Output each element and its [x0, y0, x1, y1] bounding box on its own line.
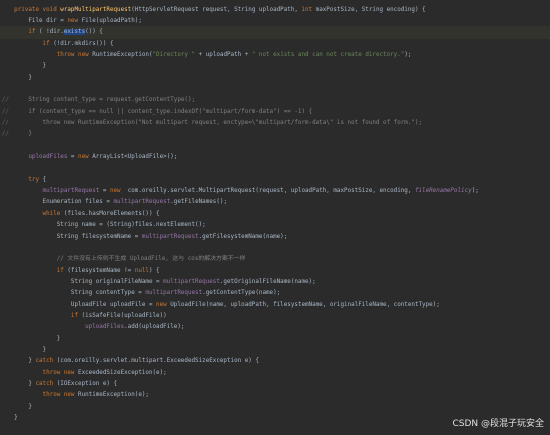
- code-token: if (content_type == null || content_type…: [0, 108, 313, 115]
- code-token: ( !dir.: [39, 29, 64, 36]
- code-token: new: [67, 17, 82, 24]
- code-token: }: [0, 63, 47, 70]
- code-token: maxPostSize, String encoding) {: [315, 6, 426, 13]
- code-token: private void: [0, 6, 61, 13]
- code-token: if: [0, 29, 40, 36]
- code-token: .getFileNames();: [170, 199, 227, 206]
- code-token: throw new: [0, 51, 93, 58]
- code-token: }: [0, 358, 36, 365]
- code-token: }: [0, 381, 36, 388]
- code-token: new: [156, 301, 171, 308]
- code-token: wrapMultipartRequest: [60, 6, 132, 13]
- code-token: (HttpServletRequest request, String uplo…: [131, 6, 302, 13]
- code-token: catch: [35, 381, 57, 388]
- code-token: null: [134, 267, 149, 274]
- code-token: .getContentType(name);: [202, 290, 281, 297]
- code-token: .getFilesystemName(name);: [198, 233, 288, 240]
- code-token: File dir =: [0, 17, 68, 24]
- code-token: ArrayList<UploadFile>();: [92, 154, 178, 161]
- code-token: exists: [63, 29, 86, 36]
- code-token: ExceededSizeException(e);: [78, 369, 167, 376]
- code-token: throw new RuntimeException("Not multipar…: [0, 120, 423, 126]
- code-token: .add(uploadFile);: [124, 324, 185, 331]
- watermark: CSDN @段混子玩安全: [452, 419, 544, 429]
- code-token: try: [0, 176, 43, 183]
- code-token: String content_type = request.getContent…: [0, 97, 196, 104]
- code-token: UploadFile uploadFile =: [0, 301, 157, 308]
- code-token: {: [42, 176, 47, 183]
- code-token: "Directory ": [152, 51, 196, 58]
- code-token: }: [0, 74, 32, 81]
- code-token: Enumeration files =: [0, 199, 114, 206]
- code-token: (files.hasMoreElements()) {: [63, 210, 160, 217]
- code-token: RuntimeException(: [92, 51, 153, 58]
- code-token: multipartRequest: [113, 199, 171, 206]
- code-token: uploadFiles: [0, 154, 68, 161]
- code-token: if: [0, 267, 68, 274]
- code-token: int: [301, 6, 316, 13]
- code-token: String originalFileName =: [0, 278, 164, 285]
- code-token: throw new: [0, 369, 79, 376]
- code-token: ()) {: [85, 29, 103, 36]
- code-token: + uploadPath +: [195, 51, 252, 58]
- code-token: );: [404, 51, 412, 58]
- code-token: multipartRequest: [0, 188, 100, 195]
- code-editor[interactable]: private void wrapMultipartRequest(HttpSe…: [0, 0, 550, 435]
- code-token: catch: [35, 358, 57, 365]
- code-token: multipartRequest: [145, 290, 203, 297]
- code-token: com.oreilly.servlet.MultipartRequest(req…: [127, 188, 415, 195]
- code-token: throw new: [0, 392, 79, 399]
- code-token: String filesystemName =: [0, 233, 142, 240]
- code-token: multipartRequest: [141, 233, 199, 240]
- code-token: UploadFile(name, uploadPath, filesystemN…: [170, 301, 440, 308]
- code-token: uploadFiles: [0, 324, 125, 331]
- code-token: if: [0, 312, 82, 319]
- code-token: );: [471, 188, 479, 195]
- code-token: fileRenamePolicy: [414, 188, 472, 195]
- code-token: multipartRequest: [163, 278, 220, 285]
- code-token: File(uploadPath);: [81, 17, 142, 24]
- code-token: }: [0, 131, 32, 138]
- code-token: RuntimeException(e);: [78, 392, 149, 399]
- code-token: if: [0, 40, 54, 47]
- code-token: (IOException e) {: [56, 381, 118, 388]
- code-text: }: [0, 412, 18, 424]
- code-token: // 文件没有上传则不生成 UploadFile, 这与 cos的解决方案不一样: [0, 256, 246, 263]
- code-token: (!dir.mkdirs()) {: [53, 40, 114, 47]
- code-token: }: [0, 347, 47, 353]
- code-token: .getOriginalFileName(name);: [219, 278, 316, 285]
- code-token: while: [0, 210, 64, 217]
- code-token: }: [0, 415, 18, 422]
- code-token: new: [78, 154, 93, 161]
- code-token: new: [109, 188, 128, 195]
- code-token: }: [0, 335, 61, 342]
- code-token: (com.oreilly.servlet.multipart.ExceededS…: [56, 358, 259, 365]
- code-token: (filesystemName !=: [67, 267, 135, 274]
- code-token: =: [67, 154, 79, 161]
- code-token: String name = (String)files.nextElement(…: [0, 222, 206, 229]
- code-token: ) {: [148, 267, 160, 274]
- code-token: String contentType =: [0, 290, 146, 297]
- code-token: (isSafeFile(uploadFile)): [81, 312, 167, 319]
- code-token: }: [0, 403, 32, 410]
- code-token: =: [99, 188, 110, 195]
- code-token: " not exists and can not create director…: [251, 51, 405, 58]
